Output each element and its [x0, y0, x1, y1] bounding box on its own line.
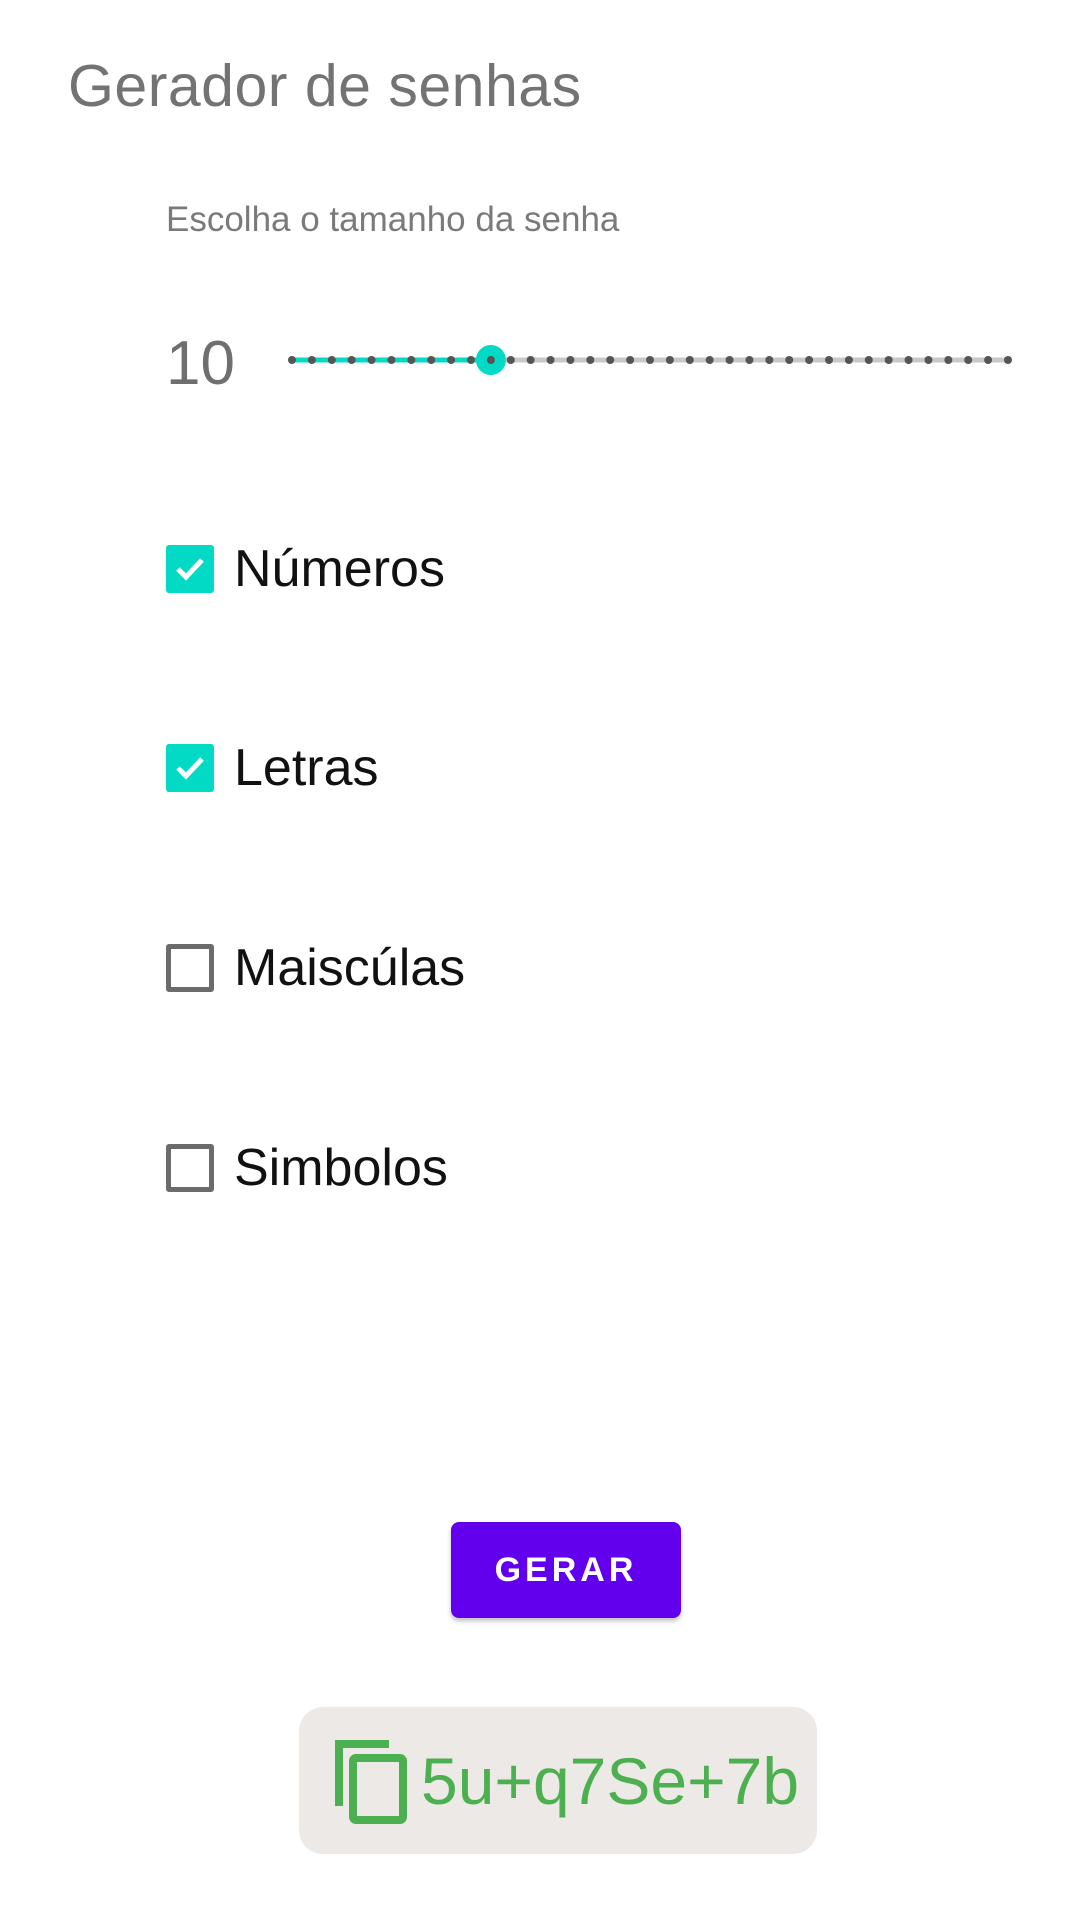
- slider-tick: [785, 356, 794, 364]
- slider-tick: [665, 356, 674, 364]
- length-slider[interactable]: [280, 320, 1020, 400]
- checkbox-numbers[interactable]: [166, 545, 214, 593]
- slider-tick: [685, 356, 694, 364]
- slider-tick: [407, 356, 416, 364]
- slider-tick: [367, 356, 376, 364]
- slider-tick: [606, 356, 615, 364]
- option-numbers-label: Números: [234, 540, 445, 598]
- option-uppercase[interactable]: Maiscúlas: [166, 928, 465, 1008]
- slider-tick: [964, 356, 973, 364]
- slider-tick: [307, 356, 316, 364]
- slider-tick: [844, 356, 853, 364]
- slider-tick: [904, 356, 913, 364]
- option-uppercase-label: Maiscúlas: [234, 939, 466, 997]
- checkbox-symbols[interactable]: [166, 1144, 214, 1192]
- slider-tick: [884, 356, 893, 364]
- slider-tick: [626, 356, 635, 364]
- slider-tick: [586, 356, 595, 364]
- option-letters[interactable]: Letras: [166, 728, 379, 808]
- slider-tick: [327, 356, 336, 364]
- option-symbols[interactable]: Simbolos: [166, 1128, 448, 1208]
- slider-tick: [526, 356, 535, 364]
- slider-tick: [566, 356, 575, 364]
- checkbox-letters[interactable]: [166, 744, 214, 792]
- password-result[interactable]: 5u+q7Se+7b: [299, 1707, 817, 1854]
- slider-tick: [1004, 356, 1012, 364]
- slider-tick: [447, 356, 456, 364]
- slider-tick: [705, 356, 714, 364]
- length-value: 10: [166, 329, 235, 398]
- page-title: Gerador de senhas: [68, 53, 582, 119]
- slider-tick: [427, 356, 436, 364]
- slider-tick: [546, 356, 555, 364]
- copy-icon[interactable]: [331, 1736, 411, 1826]
- checkmark-icon: [176, 757, 204, 780]
- slider-tick: [825, 356, 833, 364]
- checkbox-uppercase[interactable]: [166, 944, 214, 992]
- slider-tick: [387, 356, 396, 364]
- generated-password: 5u+q7Se+7b: [421, 1743, 800, 1818]
- slider-tick: [944, 356, 953, 364]
- slider-tick: [467, 356, 475, 364]
- option-letters-label: Letras: [234, 739, 379, 797]
- slider-tick: [864, 356, 873, 364]
- option-symbols-label: Simbolos: [234, 1139, 448, 1197]
- generate-button[interactable]: GERAR: [451, 1522, 681, 1618]
- slider-tick: [288, 356, 296, 364]
- slider-tick: [646, 356, 654, 364]
- screen: Gerador de senhas Escolha o tamanho da s…: [0, 0, 1080, 1920]
- slider-tick: [924, 356, 933, 364]
- slider-thumb-center: [486, 356, 495, 364]
- slider-tick: [347, 356, 356, 364]
- checkmark-icon: [176, 558, 204, 581]
- slider-tick: [765, 356, 774, 364]
- slider-tick: [506, 356, 515, 364]
- slider-tick: [805, 356, 814, 364]
- slider-tick: [725, 356, 734, 364]
- slider-tick: [745, 356, 754, 364]
- length-label: Escolha o tamanho da senha: [166, 200, 620, 239]
- option-numbers[interactable]: Números: [166, 529, 445, 609]
- slider-tick: [984, 356, 993, 364]
